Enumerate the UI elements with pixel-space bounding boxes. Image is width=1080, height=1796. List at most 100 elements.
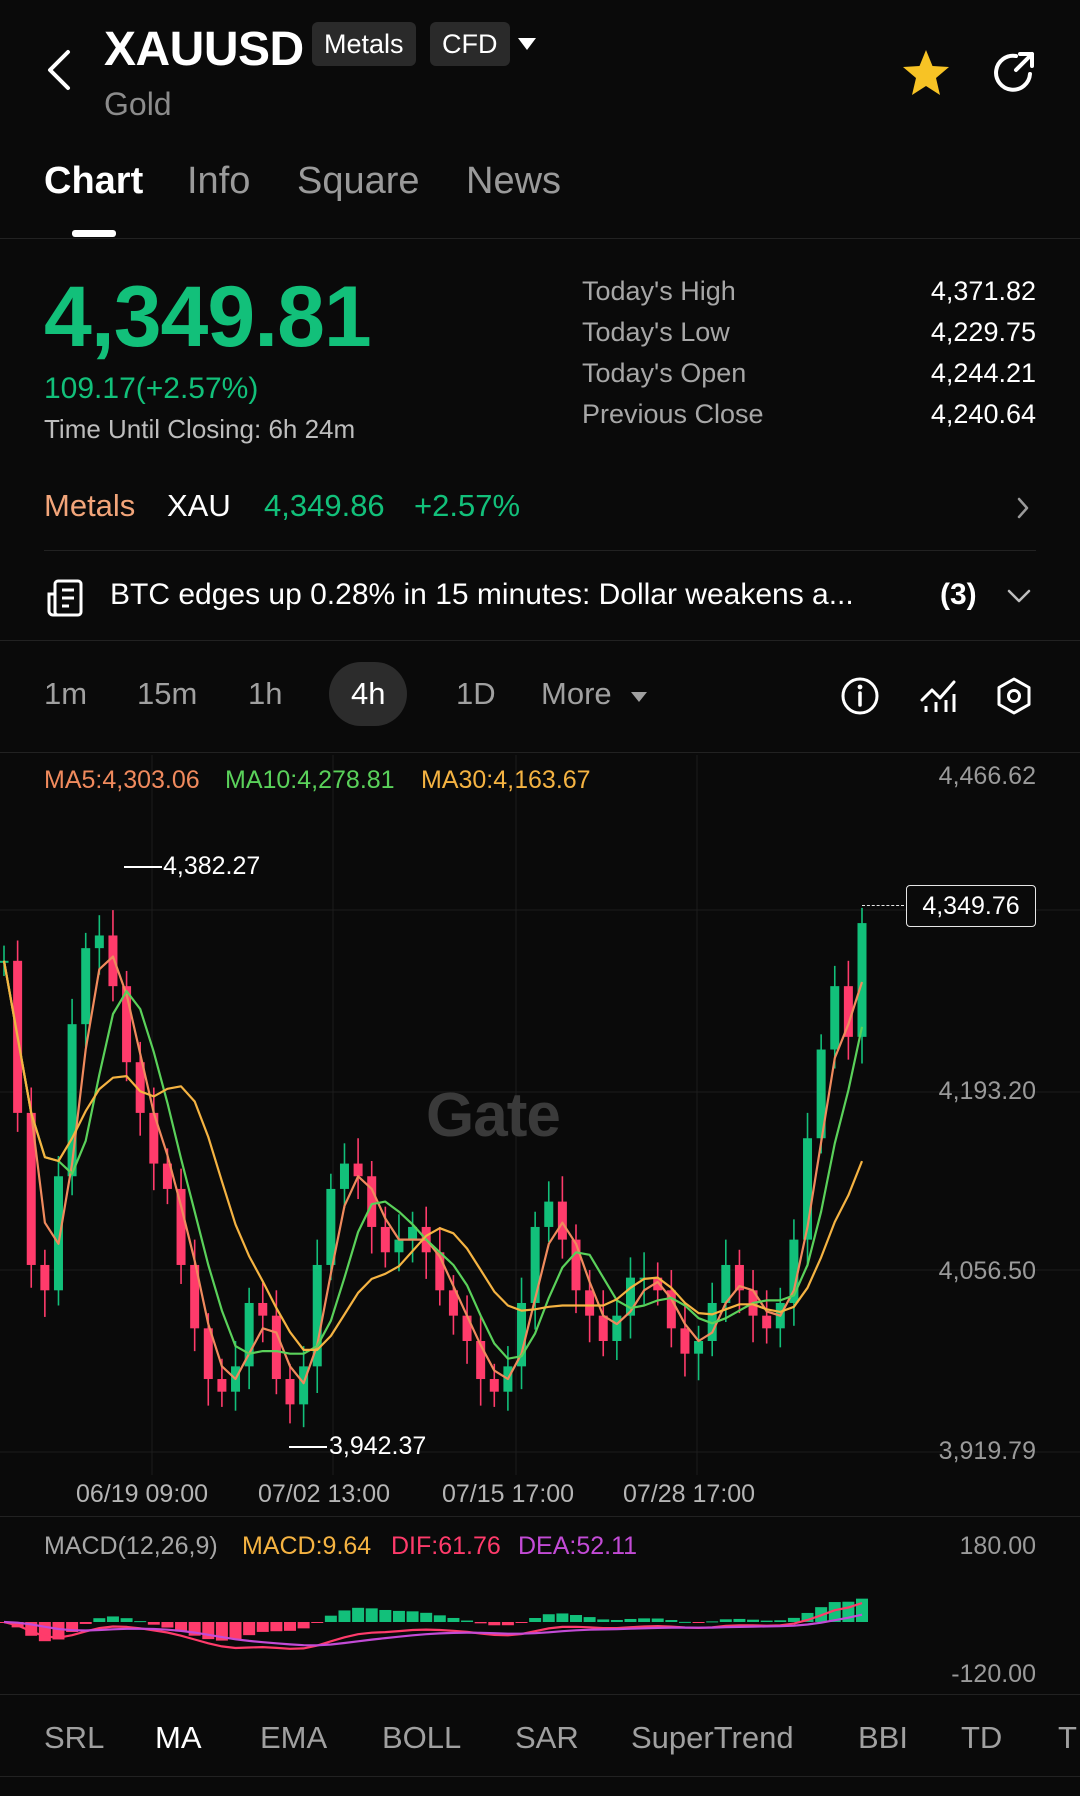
metals-price: 4,349.86 xyxy=(264,488,385,523)
macd-histogram-bar xyxy=(379,1609,392,1622)
macd-histogram-bar xyxy=(392,1610,405,1622)
chevron-right-icon[interactable] xyxy=(1016,496,1030,525)
chevron-down-icon[interactable] xyxy=(1006,588,1032,609)
macd-chart xyxy=(0,1598,868,1650)
interval-1m[interactable]: 1m xyxy=(44,676,87,712)
interval-1d[interactable]: 1D xyxy=(456,676,496,712)
macd-histogram-bar xyxy=(651,1618,664,1622)
symbol-dropdown-icon[interactable] xyxy=(516,36,538,57)
interval-more[interactable]: More xyxy=(541,676,612,712)
candle-body xyxy=(271,1315,281,1380)
stat-value-open: 4,244.21 xyxy=(930,358,1036,388)
symbol-subtitle: Gold xyxy=(104,86,172,122)
macd-histogram-bar xyxy=(719,1619,732,1622)
share-icon[interactable] xyxy=(990,48,1038,101)
macd-histogram-bar xyxy=(406,1611,419,1622)
tab-info[interactable]: Info xyxy=(187,160,250,203)
current-price-tag: 4,349.76 xyxy=(906,885,1036,927)
stat-value-low: 4,229.75 xyxy=(930,317,1036,347)
tab-chart[interactable]: Chart xyxy=(44,160,143,203)
candle-body xyxy=(67,1024,77,1177)
macd-histogram-bar xyxy=(447,1617,460,1622)
candle-body xyxy=(394,1239,404,1253)
macd-histogram-bar xyxy=(134,1621,147,1623)
indicator-supertrend[interactable]: SuperTrend xyxy=(631,1720,794,1756)
macd-histogram-bar xyxy=(556,1613,569,1622)
indicator-chart-icon[interactable] xyxy=(918,676,958,721)
candle-body xyxy=(94,935,104,949)
candle-body xyxy=(353,1163,363,1177)
y-tick-2: 4,193.20 xyxy=(938,1077,1036,1105)
symbol-title: XAUUSD xyxy=(104,23,304,76)
more-dropdown-icon[interactable] xyxy=(630,690,648,708)
divider xyxy=(0,640,1080,641)
tab-square[interactable]: Square xyxy=(297,160,420,203)
macd-histogram-bar xyxy=(147,1622,160,1625)
macd-histogram-bar xyxy=(243,1622,256,1636)
dea-value: DEA:52.11 xyxy=(518,1532,638,1560)
settings-icon[interactable] xyxy=(994,676,1034,721)
interval-15m[interactable]: 15m xyxy=(137,676,197,712)
stat-label-open: Today's Open xyxy=(582,358,747,388)
candle-body xyxy=(680,1328,690,1354)
macd-histogram-bar xyxy=(474,1622,487,1624)
macd-histogram-bar xyxy=(120,1618,133,1622)
macd-histogram-bar xyxy=(638,1618,651,1622)
macd-histogram-bar xyxy=(624,1618,637,1622)
candle-body xyxy=(176,1188,186,1265)
candle-body xyxy=(81,948,91,1025)
interval-1h[interactable]: 1h xyxy=(248,676,282,712)
y-tick-3: 4,056.50 xyxy=(938,1257,1036,1285)
closing-value: 6h 24m xyxy=(268,414,356,444)
info-icon[interactable] xyxy=(840,676,880,721)
indicator-sar[interactable]: SAR xyxy=(515,1720,579,1756)
macd-histogram-bar xyxy=(420,1612,433,1622)
stat-label-prev-close: Previous Close xyxy=(582,399,764,429)
macd-histogram-bar xyxy=(93,1618,106,1622)
indicator-boll[interactable]: BOLL xyxy=(382,1720,461,1756)
candle-body xyxy=(571,1239,581,1291)
tab-news[interactable]: News xyxy=(466,160,561,203)
gate-watermark: Gate xyxy=(426,1081,561,1150)
candle-body xyxy=(285,1379,295,1405)
candle-body xyxy=(367,1176,377,1227)
macd-histogram-bar xyxy=(678,1621,691,1623)
candle-body xyxy=(694,1341,704,1354)
news-headline[interactable]: BTC edges up 0.28% in 15 minutes: Dollar… xyxy=(110,578,854,612)
divider xyxy=(44,550,1036,551)
last-price: 4,349.81 xyxy=(44,269,372,365)
stat-value-prev-close: 4,240.64 xyxy=(930,399,1036,429)
candle-body xyxy=(585,1290,595,1316)
indicator-srl[interactable]: SRL xyxy=(44,1720,104,1756)
macd-histogram-bar xyxy=(583,1617,596,1622)
candle-body xyxy=(557,1201,567,1240)
stat-value-high: 4,371.82 xyxy=(930,276,1036,306)
macd-histogram-bar xyxy=(610,1619,623,1622)
macd-histogram-bar xyxy=(161,1622,174,1628)
macd-histogram-bar xyxy=(760,1620,773,1622)
candle-body xyxy=(489,1379,499,1392)
ma5-line xyxy=(2,955,864,1385)
indicator-ema[interactable]: EMA xyxy=(260,1720,327,1756)
candle-body xyxy=(612,1315,622,1342)
candle-body xyxy=(53,1176,63,1291)
macd-histogram-bar xyxy=(597,1619,610,1622)
macd-histogram-bar xyxy=(747,1619,760,1622)
macd-histogram-bar xyxy=(365,1608,378,1622)
divider xyxy=(0,238,1080,239)
indicator-t[interactable]: T xyxy=(1058,1720,1077,1756)
macd-histogram-bar xyxy=(529,1618,542,1622)
indicator-ma[interactable]: MA xyxy=(155,1720,202,1756)
macd-histogram-bar xyxy=(461,1620,474,1622)
candle-body xyxy=(339,1163,349,1189)
macd-histogram-bar xyxy=(433,1615,446,1622)
favorite-star-icon[interactable] xyxy=(900,48,952,103)
stat-label-high: Today's High xyxy=(582,276,736,306)
candle-body xyxy=(530,1226,540,1303)
indicator-bbi[interactable]: BBI xyxy=(858,1720,908,1756)
back-icon[interactable] xyxy=(44,46,74,94)
indicator-td[interactable]: TD xyxy=(961,1720,1002,1756)
macd-histogram-bar xyxy=(256,1622,269,1632)
macd-histogram-bar xyxy=(501,1622,514,1626)
interval-4h[interactable]: 4h xyxy=(329,662,408,726)
